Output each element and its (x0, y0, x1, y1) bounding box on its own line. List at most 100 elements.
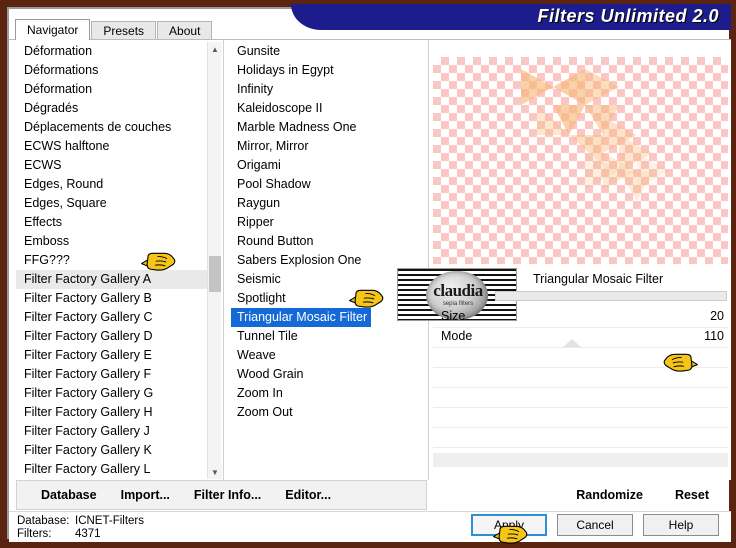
list-item[interactable]: Spotlight (231, 289, 421, 308)
list-item[interactable]: Dégradés (16, 99, 212, 118)
tab-navigator[interactable]: Navigator (15, 19, 91, 40)
list-item[interactable]: Filter Factory Gallery H (16, 403, 212, 422)
thumbnail-subword: sepia filters (442, 301, 474, 307)
tab-presets[interactable]: Presets (91, 21, 157, 40)
category-list[interactable]: Déformation Déformations Déformation Dég… (16, 42, 212, 479)
randomize-button[interactable]: Randomize (576, 488, 643, 502)
editor-button[interactable]: Editor... (285, 488, 331, 502)
thumbnail-wordmark: claudia (433, 281, 483, 300)
main-content: Déformation Déformations Déformation Dég… (9, 40, 731, 480)
preview-artwork (521, 69, 669, 201)
list-item[interactable]: Weave (231, 346, 421, 365)
list-item-selected[interactable]: Triangular Mosaic Filter (231, 308, 372, 327)
tab-about[interactable]: About (157, 21, 213, 40)
scrollbar-thumb[interactable] (209, 256, 221, 292)
filters-unlimited-window: Filters Unlimited 2.0 Navigator Presets … (0, 0, 736, 546)
list-item[interactable]: Round Button (231, 232, 421, 251)
list-item[interactable]: Pool Shadow (231, 175, 421, 194)
list-item[interactable]: Seismic (231, 270, 421, 289)
list-item[interactable]: Mirror, Mirror (231, 137, 421, 156)
list-item[interactable]: FFG??? (16, 251, 212, 270)
list-item[interactable]: Filter Factory Gallery F (16, 365, 212, 384)
preview-panel: claudia sepia filters Triangular Mosaic … (397, 40, 731, 480)
category-list-scrollbar[interactable]: ▲ ▼ (207, 42, 222, 479)
parameter-row[interactable]: Mode 110 (433, 328, 728, 348)
status-filters-value: 4371 (75, 528, 101, 540)
selected-filter-name: Triangular Mosaic Filter (533, 272, 664, 286)
title-banner (291, 4, 731, 30)
scroll-down-icon[interactable]: ▼ (208, 465, 222, 479)
parameter-label: Size (441, 309, 466, 323)
list-item[interactable]: ECWS halftone (16, 137, 212, 156)
window-inner: Filters Unlimited 2.0 Navigator Presets … (7, 4, 731, 544)
preview-canvas[interactable] (433, 57, 728, 264)
status-database-key: Database: (17, 515, 70, 527)
dialog-buttons: Apply Cancel Help (461, 514, 719, 536)
list-item[interactable]: ECWS (16, 156, 212, 175)
list-item[interactable]: Filter Factory Gallery E (16, 346, 212, 365)
list-item[interactable]: Emboss (16, 232, 212, 251)
list-item[interactable]: Déformations (16, 61, 212, 80)
parameter-row[interactable] (433, 348, 728, 368)
parameter-value: 20 (710, 309, 724, 323)
status-database: Database: ICNET-Filters (17, 515, 144, 527)
list-item[interactable]: Edges, Square (16, 194, 212, 213)
list-item[interactable]: Déformation (16, 42, 212, 61)
app-title: Filters Unlimited 2.0 (537, 6, 719, 26)
list-item[interactable]: Zoom In (231, 384, 421, 403)
parameter-row[interactable] (433, 368, 728, 388)
list-item[interactable]: Zoom Out (231, 403, 421, 422)
list-item[interactable]: Origami (231, 156, 421, 175)
action-bar: Database Import... Filter Info... Editor… (16, 480, 427, 510)
list-item[interactable]: Tunnel Tile (231, 327, 421, 346)
list-item[interactable]: Ripper (231, 213, 421, 232)
database-button[interactable]: Database (41, 488, 97, 502)
list-item[interactable]: Sabers Explosion One (231, 251, 421, 270)
parameter-row[interactable] (433, 388, 728, 408)
list-item[interactable]: Edges, Round (16, 175, 212, 194)
list-item[interactable]: Filter Factory Gallery L (16, 460, 212, 479)
parameter-row[interactable] (433, 428, 728, 448)
filter-name-bar (495, 291, 727, 301)
parameter-value: 110 (704, 329, 724, 343)
status-database-value: ICNET-Filters (75, 515, 144, 527)
import-button[interactable]: Import... (121, 488, 170, 502)
list-item[interactable]: Holidays in Egypt (231, 61, 421, 80)
list-item[interactable]: Filter Factory Gallery B (16, 289, 212, 308)
status-filters-key: Filters: (17, 528, 52, 540)
list-item[interactable]: Gunsite (231, 42, 421, 61)
help-button[interactable]: Help (643, 514, 719, 536)
title-banner-cap (291, 4, 351, 30)
parameter-row[interactable] (433, 408, 728, 428)
status-filters: Filters: 4371 (17, 528, 101, 540)
cancel-button[interactable]: Cancel (557, 514, 633, 536)
list-item[interactable]: Effects (16, 213, 212, 232)
scroll-up-icon[interactable]: ▲ (208, 42, 222, 56)
randomize-reset-bar: Randomize Reset (433, 480, 731, 510)
slider-thumb-icon[interactable] (563, 339, 581, 347)
list-item[interactable]: Raygun (231, 194, 421, 213)
parameter-row[interactable]: Size 20 (433, 308, 728, 328)
filter-list[interactable]: Gunsite Holidays in Egypt Infinity Kalei… (231, 42, 421, 479)
list-item-selected[interactable]: Filter Factory Gallery A (16, 270, 212, 289)
parameter-sliders: Size 20 Mode 110 (433, 308, 728, 448)
tab-strip: Navigator Presets About (15, 19, 213, 40)
panel-bottom-strip (433, 453, 728, 467)
list-item[interactable]: Kaleidoscope II (231, 99, 421, 118)
list-item[interactable]: Filter Factory Gallery C (16, 308, 212, 327)
list-item[interactable]: Filter Factory Gallery D (16, 327, 212, 346)
reset-button[interactable]: Reset (675, 488, 709, 502)
list-item[interactable]: Filter Factory Gallery G (16, 384, 212, 403)
panel-divider-1 (223, 40, 224, 480)
filter-info-button[interactable]: Filter Info... (194, 488, 261, 502)
list-item[interactable]: Filter Factory Gallery J (16, 422, 212, 441)
list-item[interactable]: Wood Grain (231, 365, 421, 384)
parameter-label: Mode (441, 329, 473, 343)
apply-button[interactable]: Apply (471, 514, 547, 536)
list-item[interactable]: Déplacements de couches (16, 118, 212, 137)
list-item[interactable]: Filter Factory Gallery K (16, 441, 212, 460)
list-item[interactable]: Infinity (231, 80, 421, 99)
list-item[interactable]: Déformation (16, 80, 212, 99)
list-item[interactable]: Marble Madness One (231, 118, 421, 137)
list-item-selected-wrap: Triangular Mosaic Filter (231, 308, 421, 327)
